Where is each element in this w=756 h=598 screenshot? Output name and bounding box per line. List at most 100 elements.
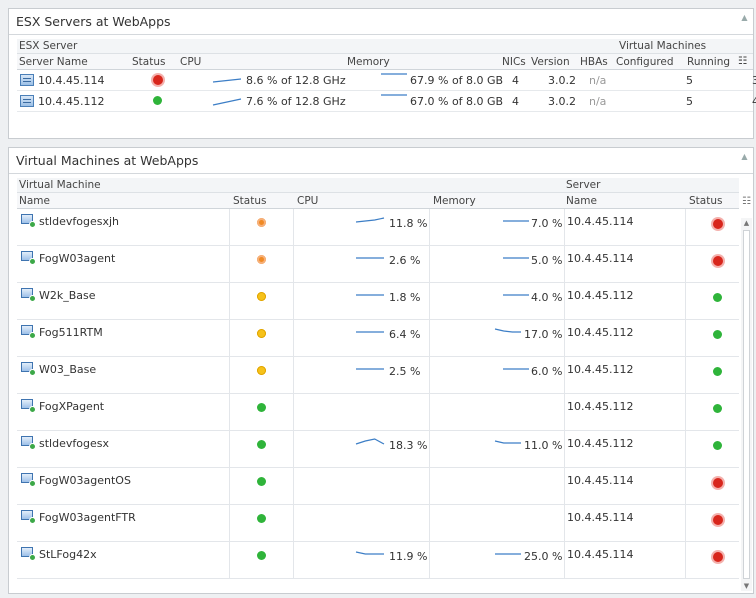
vm-status-icon — [257, 218, 266, 227]
col-cpu[interactable]: CPU — [180, 56, 201, 68]
hbas: n/a — [589, 74, 607, 87]
nics-count: 4 — [512, 74, 519, 87]
col-server-name[interactable]: Server Name — [19, 56, 88, 68]
cpu-usage: 6.4 % — [389, 328, 421, 341]
server-name: 10.4.45.112 — [38, 95, 105, 108]
col-vm-status[interactable]: Status — [233, 195, 266, 207]
vm-icon — [21, 436, 36, 450]
vm-status-badge-icon — [29, 295, 36, 302]
scroll-down-icon[interactable]: ▼ — [741, 581, 752, 591]
vm-row[interactable]: stldevfogesx 18.3 % 11.0 % 10.4.45.112 — [17, 431, 739, 468]
vm-status-badge-icon — [29, 369, 36, 376]
vm-row[interactable]: FogW03agentFTR 10.4.45.114 — [17, 505, 739, 542]
vm-name[interactable]: W03_Base — [39, 363, 96, 376]
server-name: 10.4.45.112 — [567, 363, 634, 376]
server-name: 10.4.45.114 — [567, 474, 634, 487]
vm-name[interactable]: FogW03agent — [39, 252, 115, 265]
vm-row[interactable]: FogW03agentOS 10.4.45.114 — [17, 468, 739, 505]
vm-panel-title: Virtual Machines at WebApps — [9, 148, 753, 174]
col-hbas[interactable]: HBAs — [580, 56, 608, 68]
vm-status-icon — [257, 366, 266, 375]
cpu-usage: 11.8 % — [389, 217, 428, 230]
col-running[interactable]: Running — [687, 56, 730, 68]
memory-sparkline — [381, 73, 407, 75]
server-icon — [20, 95, 34, 107]
esx-panel-title: ESX Servers at WebApps — [9, 9, 753, 35]
vm-status-badge-icon — [29, 480, 36, 487]
configured-count: 5 — [686, 95, 693, 108]
vm-row[interactable]: stldevfogesxjh 11.8 % 7.0 % 10.4.45.114 — [17, 209, 739, 246]
vm-icon — [21, 288, 36, 302]
vm-row[interactable]: W2k_Base 1.8 % 4.0 % 10.4.45.112 — [17, 283, 739, 320]
memory-sparkline — [495, 553, 521, 555]
vm-icon — [21, 547, 36, 561]
group-esx-server: ESX Server — [19, 40, 78, 52]
esx-server-row[interactable]: 10.4.45.114 8.6 % of 12.8 GHz 67.9 % of 8.… — [17, 70, 756, 91]
server-name: 10.4.45.114 — [567, 511, 634, 524]
col-version[interactable]: Version — [531, 56, 570, 68]
vm-status-badge-icon — [29, 406, 36, 413]
version: 3.0.2 — [548, 74, 576, 87]
col-configured[interactable]: Configured — [616, 56, 674, 68]
cpu-sparkline — [355, 551, 384, 555]
vm-name[interactable]: FogXPagent — [39, 400, 104, 413]
cpu-sparkline — [212, 98, 242, 106]
scrollbar-thumb[interactable] — [743, 230, 750, 579]
vm-name[interactable]: Fog511RTM — [39, 326, 103, 339]
scroll-up-icon[interactable]: ▲ — [741, 218, 752, 228]
esx-rows: 10.4.45.114 8.6 % of 12.8 GHz 67.9 % of 8.… — [17, 70, 756, 112]
column-chooser-icon[interactable]: ☷ — [742, 196, 751, 207]
vm-name[interactable]: stldevfogesx — [39, 437, 109, 450]
vm-column-header-row: Name Status CPU Memory Name Status — [17, 193, 739, 209]
memory-usage: 11.0 % — [524, 439, 563, 452]
vm-name[interactable]: W2k_Base — [39, 289, 96, 302]
vm-name[interactable]: FogW03agentOS — [39, 474, 131, 487]
col-server-name[interactable]: Name — [566, 195, 597, 207]
vm-row[interactable]: W03_Base 2.5 % 6.0 % 10.4.45.112 — [17, 357, 739, 394]
cpu-sparkline — [356, 257, 384, 259]
esx-group-header-row: ESX Server Virtual Machines — [17, 39, 753, 54]
col-vm-cpu[interactable]: CPU — [297, 195, 318, 207]
group-server: Server — [566, 179, 601, 191]
server-status-icon — [713, 256, 723, 266]
col-memory[interactable]: Memory — [347, 56, 390, 68]
vm-row[interactable]: FogW03agent 2.6 % 5.0 % 10.4.45.114 — [17, 246, 739, 283]
esx-servers-table: ESX Server Virtual Machines Server Name … — [17, 39, 756, 112]
collapse-icon[interactable]: ▲ — [740, 152, 749, 161]
virtual-machines-panel: Virtual Machines at WebApps ▲ Virtual Ma… — [8, 147, 754, 594]
server-status-icon — [713, 293, 722, 302]
col-server-status[interactable]: Status — [689, 195, 722, 207]
virtual-machines-table: Virtual Machine Server Name Status CPU M… — [17, 178, 739, 587]
vm-group-header-row: Virtual Machine Server — [17, 178, 739, 193]
col-status[interactable]: Status — [132, 56, 165, 68]
vm-row[interactable]: StLFog42x 11.9 % 25.0 % 10.4.45.114 — [17, 542, 739, 579]
server-status-icon — [713, 552, 723, 562]
column-chooser-icon[interactable]: ☷ — [738, 55, 747, 67]
vm-icon — [21, 325, 36, 339]
esx-server-row[interactable]: 10.4.45.112 7.6 % of 12.8 GHz 67.0 % of 8.… — [17, 91, 756, 112]
vm-row[interactable]: Fog511RTM 6.4 % 17.0 % 10.4.45.112 — [17, 320, 739, 357]
vm-icon — [21, 399, 36, 413]
col-vm-name[interactable]: Name — [19, 195, 50, 207]
vm-status-icon — [257, 403, 266, 412]
server-name: 10.4.45.114 — [38, 74, 105, 87]
memory-usage: 7.0 % — [531, 217, 563, 230]
group-virtual-machines: Virtual Machines — [619, 40, 707, 52]
memory-sparkline — [381, 94, 407, 96]
vm-status-icon — [257, 551, 266, 560]
vm-row[interactable]: FogXPagent 10.4.45.112 — [17, 394, 739, 431]
vertical-scrollbar[interactable]: ▲ ▼ — [741, 218, 752, 591]
memory-sparkline — [494, 328, 521, 333]
server-name: 10.4.45.112 — [567, 437, 634, 450]
memory-sparkline — [503, 294, 529, 296]
vm-name[interactable]: FogW03agentFTR — [39, 511, 136, 524]
col-nics[interactable]: NICs — [502, 56, 526, 68]
memory-usage: 67.9 % of 8.0 GB — [410, 74, 504, 87]
server-name: 10.4.45.114 — [567, 252, 634, 265]
collapse-icon[interactable]: ▲ — [740, 13, 749, 22]
vm-status-badge-icon — [29, 258, 36, 265]
col-vm-memory[interactable]: Memory — [433, 195, 476, 207]
vm-name[interactable]: stldevfogesxjh — [39, 215, 119, 228]
vm-name[interactable]: StLFog42x — [39, 548, 97, 561]
version: 3.0.2 — [548, 95, 576, 108]
